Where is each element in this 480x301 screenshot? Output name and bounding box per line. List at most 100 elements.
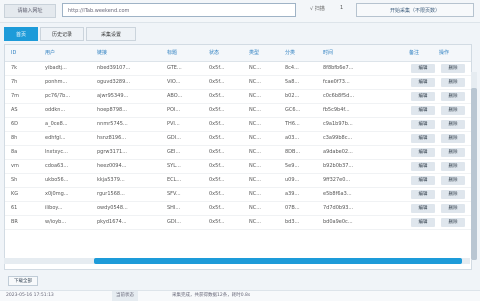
table-cell: cdoa63... bbox=[45, 163, 69, 169]
column-header[interactable]: 类型 bbox=[249, 45, 279, 61]
tab-home[interactable]: 首页 bbox=[4, 27, 38, 41]
delete-button[interactable]: 删除 bbox=[441, 176, 465, 185]
table-cell: NC... bbox=[249, 163, 261, 169]
column-header[interactable]: ID bbox=[11, 45, 41, 61]
table-row[interactable]: 8h edhfgl... hsnz8196... GDI... 0x5f... NC...… bbox=[5, 132, 471, 146]
column-header[interactable]: 操作 bbox=[439, 45, 465, 61]
table-cell: c0c6b8f5d... bbox=[323, 93, 355, 99]
table-cell: NC... bbox=[249, 121, 261, 127]
delete-button[interactable]: 删除 bbox=[441, 162, 465, 171]
table-cell: heez0094... bbox=[97, 163, 127, 169]
table-cell: 0x5f... bbox=[209, 107, 225, 113]
table-cell: iliboy... bbox=[45, 205, 63, 211]
tab-settings[interactable]: 采集设置 bbox=[86, 27, 136, 41]
scan-count[interactable]: 1 bbox=[340, 5, 352, 15]
delete-button[interactable]: 删除 bbox=[441, 120, 465, 129]
table-cell: 0x5f... bbox=[209, 219, 225, 225]
table-row[interactable]: AS oddkn... hoep8798... POI... 0x5f... NC... G… bbox=[5, 104, 471, 118]
delete-button[interactable]: 删除 bbox=[441, 148, 465, 157]
edit-button[interactable]: 编辑 bbox=[411, 162, 435, 171]
table-row[interactable]: Sh ukbo56... kkja5379... ECL... 0x5f... NC...… bbox=[5, 174, 471, 188]
table-cell: 0x5f... bbox=[209, 93, 225, 99]
table-cell: e5b8f6a3... bbox=[323, 191, 352, 197]
edit-button[interactable]: 编辑 bbox=[411, 92, 435, 101]
table-cell: SYL... bbox=[167, 163, 181, 169]
table-cell: GDI... bbox=[167, 135, 181, 141]
table-row[interactable]: 8a lnxtxyc... pgrw3171... GEI... 0x5f... NC..… bbox=[5, 146, 471, 160]
delete-button[interactable]: 删除 bbox=[441, 204, 465, 213]
horizontal-scrollbar-thumb[interactable] bbox=[94, 258, 462, 264]
table-row[interactable]: vm cdoa63... heez0094... SYL... 0x5f... NC...… bbox=[5, 160, 471, 174]
delete-button[interactable]: 删除 bbox=[441, 64, 465, 73]
edit-button[interactable]: 编辑 bbox=[411, 120, 435, 129]
table-cell: NC... bbox=[249, 191, 261, 197]
table-cell: SFV... bbox=[167, 191, 181, 197]
download-all-button[interactable]: 下载全部 bbox=[8, 276, 38, 286]
tab-history[interactable]: 历史记录 bbox=[40, 27, 84, 41]
table-cell: NC... bbox=[249, 219, 261, 225]
delete-button[interactable]: 删除 bbox=[441, 134, 465, 143]
table-cell: Sh bbox=[11, 177, 18, 183]
table-cell: 0x5f... bbox=[209, 65, 225, 71]
column-header[interactable]: 状态 bbox=[209, 45, 239, 61]
table-cell: 0x5f... bbox=[209, 121, 225, 127]
table-cell: nnmr5745... bbox=[97, 121, 128, 127]
table-cell: hoep8798... bbox=[97, 107, 127, 113]
edit-button[interactable]: 编辑 bbox=[411, 106, 435, 115]
edit-button[interactable]: 编辑 bbox=[411, 176, 435, 185]
table-cell: fcae0f73... bbox=[323, 79, 350, 85]
column-header[interactable]: 时间 bbox=[323, 45, 393, 61]
table-cell: 0x5f... bbox=[209, 149, 225, 155]
column-header[interactable]: 标题 bbox=[167, 45, 201, 61]
scan-checkbox[interactable]: √ 扫描 bbox=[310, 5, 325, 12]
edit-button[interactable]: 编辑 bbox=[411, 218, 435, 227]
table-cell: a39... bbox=[285, 191, 300, 197]
table-cell: a9dabe02... bbox=[323, 149, 353, 155]
edit-button[interactable]: 编辑 bbox=[411, 204, 435, 213]
table-cell: kkja5379... bbox=[97, 177, 125, 183]
url-input[interactable]: http://iTab.weekend.com bbox=[62, 3, 296, 17]
table-cell: GTE... bbox=[167, 65, 182, 71]
table-cell: NC... bbox=[249, 65, 261, 71]
table-cell: 07B... bbox=[285, 205, 300, 211]
table-row[interactable]: 6D a_0ce8... nnmr5745... PVI... 0x5f... NC...… bbox=[5, 118, 471, 132]
edit-button[interactable]: 编辑 bbox=[411, 134, 435, 143]
table-cell: TH6... bbox=[285, 121, 300, 127]
table-cell: GEI... bbox=[167, 149, 181, 155]
table-cell: c9a1b97b... bbox=[323, 121, 353, 127]
delete-button[interactable]: 删除 bbox=[441, 190, 465, 199]
delete-button[interactable]: 删除 bbox=[441, 92, 465, 101]
table-cell: hsnz8196... bbox=[97, 135, 127, 141]
column-header[interactable]: 链接 bbox=[97, 45, 157, 61]
table-cell: NC... bbox=[249, 93, 261, 99]
status-bar: 2023-05-16 17:51:13 当前状态 采集完成，共获得数据12条，耗… bbox=[0, 290, 480, 301]
table-cell: NC... bbox=[249, 79, 261, 85]
column-header[interactable]: 用户 bbox=[45, 45, 95, 61]
edit-button[interactable]: 编辑 bbox=[411, 64, 435, 73]
data-table: ID 用户 链接 标题 状态 类型 分类 时间 备注 操作 7k yibadtj.… bbox=[4, 44, 472, 270]
vertical-scrollbar-thumb[interactable] bbox=[471, 88, 477, 260]
delete-button[interactable]: 删除 bbox=[441, 78, 465, 87]
table-cell: vm bbox=[11, 163, 19, 169]
column-header[interactable]: 分类 bbox=[285, 45, 321, 61]
table-cell: ponhm... bbox=[45, 79, 68, 85]
table-row[interactable]: 7k yibadtj... nbed39107... GTE... 0x5f... NC.… bbox=[5, 62, 471, 76]
delete-button[interactable]: 删除 bbox=[441, 106, 465, 115]
column-header[interactable]: 备注 bbox=[409, 45, 435, 61]
edit-button[interactable]: 编辑 bbox=[411, 190, 435, 199]
table-row[interactable]: BR w/ioyb... pkyd1674... GDI... 0x5f... NC...… bbox=[5, 216, 471, 230]
edit-button[interactable]: 编辑 bbox=[411, 148, 435, 157]
table-cell: oguvd3289... bbox=[97, 79, 131, 85]
table-cell: 7k bbox=[11, 65, 18, 71]
table-cell: 61 bbox=[11, 205, 18, 211]
table-cell: NC... bbox=[249, 205, 261, 211]
delete-button[interactable]: 删除 bbox=[441, 218, 465, 227]
start-collect-button[interactable]: 开始采集（不限页数） bbox=[356, 3, 474, 17]
table-row[interactable]: 61 iliboy... owdy0548... SHI... 0x5f... NC...… bbox=[5, 202, 471, 216]
table-row[interactable]: KG x0j0mg... rgur1568... SFV... 0x5f... NC...… bbox=[5, 188, 471, 202]
table-row[interactable]: 7m pc76/7b... ajwr95349... ABO... 0x5f... NC.… bbox=[5, 90, 471, 104]
table-row[interactable]: 7h ponhm... oguvd3289... VIO... 0x5f... NC...… bbox=[5, 76, 471, 90]
table-cell: ECL... bbox=[167, 177, 182, 183]
table-cell: 7h bbox=[11, 79, 18, 85]
edit-button[interactable]: 编辑 bbox=[411, 78, 435, 87]
